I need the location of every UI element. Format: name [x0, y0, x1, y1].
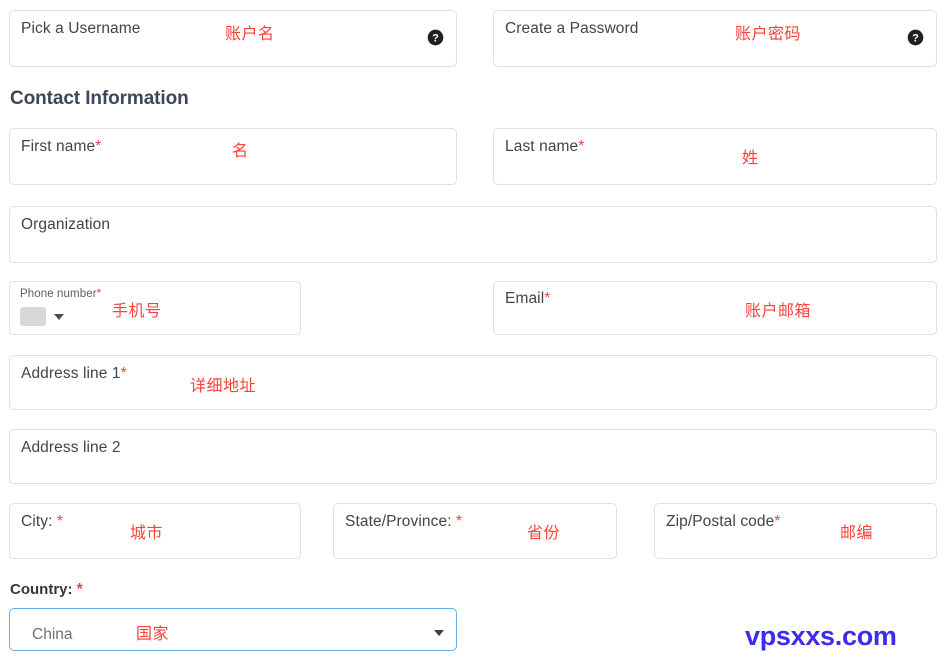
required-asterisk: *	[95, 138, 102, 155]
username-label: Pick a Username	[21, 20, 141, 37]
chevron-down-icon[interactable]	[54, 314, 64, 320]
svg-text:?: ?	[912, 32, 919, 44]
required-asterisk: *	[544, 290, 551, 307]
address-line-1-label: Address line 1*	[21, 365, 127, 383]
address-line-1-annotation: 详细地址	[190, 376, 257, 395]
country-label-text: Country:	[10, 581, 77, 598]
state-province-annotation: 省份	[527, 523, 561, 542]
country-label: Country: *	[10, 581, 83, 599]
state-province-label-text: State/Province:	[345, 513, 457, 530]
chevron-down-icon[interactable]	[434, 630, 444, 636]
zip-postal-code-annotation: 邮编	[840, 523, 874, 542]
password-label: Create a Password	[505, 20, 639, 37]
required-asterisk: *	[76, 581, 83, 598]
zip-postal-code-label-text: Zip/Postal code	[666, 513, 775, 530]
zip-postal-code-field[interactable]: Zip/Postal code*	[654, 503, 937, 559]
first-name-label-text: First name	[21, 138, 96, 155]
phone-number-annotation: 手机号	[112, 301, 162, 320]
email-label-text: Email	[505, 290, 545, 307]
last-name-annotation: 姓	[742, 148, 759, 167]
help-circle-icon[interactable]: ?	[907, 29, 924, 46]
address-line-2-field[interactable]: Address line 2	[9, 429, 937, 484]
organization-field[interactable]: Organization	[9, 206, 937, 263]
country-flag-placeholder[interactable]	[20, 307, 46, 326]
last-name-label-text: Last name	[505, 138, 579, 155]
zip-postal-code-label: Zip/Postal code*	[666, 513, 780, 531]
registration-form: Pick a Username ? 账户名 Create a Password …	[0, 0, 946, 659]
required-asterisk: *	[774, 513, 781, 530]
country-select[interactable]: China	[9, 608, 457, 651]
site-watermark: vpsxxs.com	[745, 621, 897, 651]
required-asterisk: *	[578, 138, 585, 155]
country-select-value: China	[32, 626, 73, 643]
required-asterisk: *	[56, 513, 64, 530]
address-line-1-field[interactable]: Address line 1*	[9, 355, 937, 410]
address-line-2-label: Address line 2	[21, 439, 121, 456]
first-name-annotation: 名	[232, 141, 249, 160]
required-asterisk: *	[456, 513, 463, 530]
required-asterisk: *	[120, 365, 127, 382]
city-label-text: City:	[21, 513, 57, 530]
help-circle-icon[interactable]: ?	[427, 29, 444, 46]
country-annotation: 国家	[136, 624, 170, 643]
required-asterisk: *	[96, 288, 102, 300]
state-province-field[interactable]: State/Province: *	[333, 503, 617, 559]
phone-number-label-text: Phone number	[20, 288, 97, 300]
state-province-label: State/Province: *	[345, 513, 462, 531]
city-annotation: 城市	[130, 523, 164, 542]
svg-text:?: ?	[432, 32, 439, 44]
city-label: City: *	[21, 513, 63, 531]
password-field[interactable]: Create a Password ?	[493, 10, 937, 67]
phone-number-label: Phone number*	[20, 288, 101, 300]
section-heading-contact-information: Contact Information	[10, 88, 189, 109]
last-name-field[interactable]: Last name*	[493, 128, 937, 185]
last-name-label: Last name*	[505, 138, 584, 156]
password-annotation: 账户密码	[735, 24, 802, 43]
organization-label: Organization	[21, 216, 111, 233]
email-label: Email*	[505, 290, 550, 308]
address-line-1-label-text: Address line 1	[21, 365, 121, 382]
email-field[interactable]: Email*	[493, 281, 937, 335]
first-name-label: First name*	[21, 138, 101, 156]
email-annotation: 账户邮箱	[745, 301, 812, 320]
username-annotation: 账户名	[225, 24, 275, 43]
